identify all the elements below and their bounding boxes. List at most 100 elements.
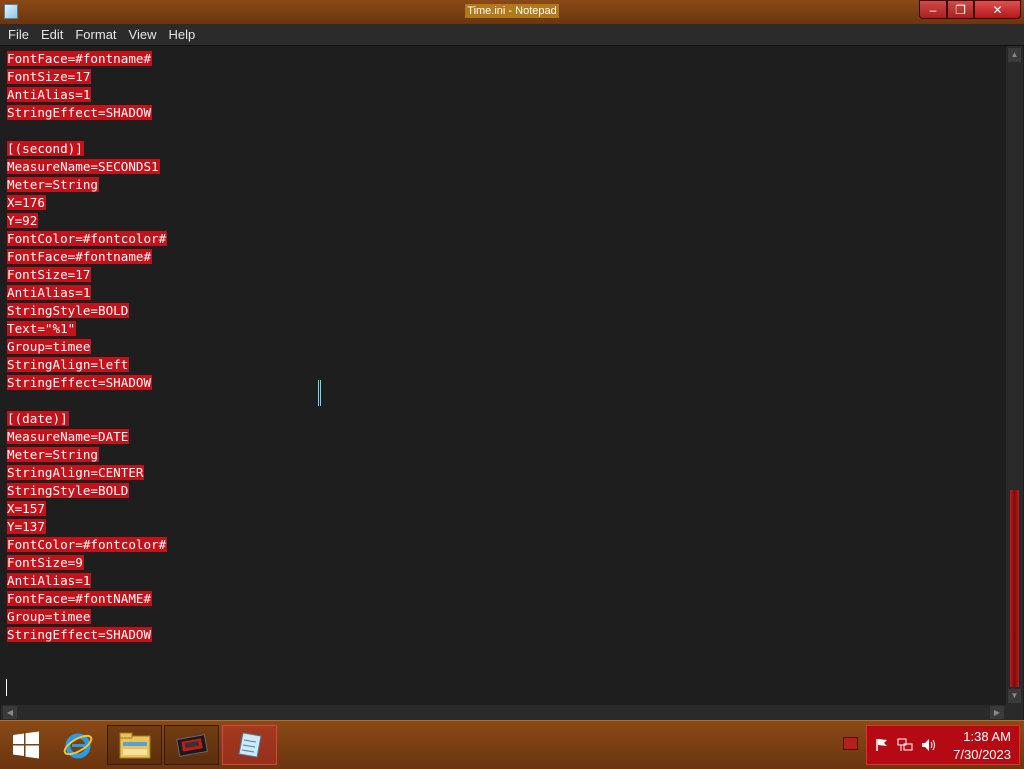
editor-line: FontFace=#fontNAME# (7, 590, 167, 608)
line-text: MeasureName=SECONDS1 (7, 159, 160, 174)
editor-line: FontSize=9 (7, 554, 167, 572)
editor-line: MeasureName=SECONDS1 (7, 158, 167, 176)
line-text: FontColor=#fontcolor# (7, 231, 168, 246)
editor-line: StringStyle=BOLD (7, 482, 167, 500)
editor-line: [(date)] (7, 410, 167, 428)
network-icon[interactable] (897, 738, 913, 755)
line-text: X=176 (7, 195, 46, 210)
window-title: Time.ini - Notepad (465, 4, 559, 18)
line-text: Y=137 (7, 519, 46, 534)
taskbar-internet-explorer[interactable] (50, 725, 105, 765)
clock[interactable]: 1:38 AM 7/30/2023 (953, 728, 1011, 764)
taskbar-notepad[interactable] (222, 725, 277, 765)
line-text: MeasureName=DATE (7, 429, 130, 444)
editor-line: StringAlign=CENTER (7, 464, 167, 482)
line-text: Group=timee (7, 609, 92, 624)
editor-line: FontFace=#fontname# (7, 248, 167, 266)
line-text: Y=92 (7, 213, 39, 228)
text-editor[interactable]: FontFace=#fontname# FontSize=17 AntiAlias=… (1, 46, 1006, 705)
minimize-icon: – (929, 2, 937, 17)
line-text: FontSize=17 (7, 69, 92, 84)
restore-button[interactable]: ❐ (947, 0, 974, 19)
file-explorer-icon (119, 732, 150, 759)
editor-line: Meter=String (7, 446, 167, 464)
editor-line: FontSize=17 (7, 266, 167, 284)
line-text: StringEffect=SHADOW (7, 105, 153, 120)
internet-explorer-icon (63, 733, 92, 759)
line-text: AntiAlias=1 (7, 87, 92, 102)
editor-line: Group=timee (7, 338, 167, 356)
start-button[interactable] (6, 727, 46, 763)
line-text: X=157 (7, 501, 46, 516)
show-hidden-icons-button[interactable] (843, 737, 858, 750)
editor-line: X=157 (7, 500, 167, 518)
menu-help[interactable]: Help (162, 24, 201, 45)
editor-line: FontFace=#fontname# (7, 50, 167, 68)
text-caret (6, 679, 7, 696)
volume-icon[interactable] (921, 738, 937, 755)
line-text: [(second)] (7, 141, 84, 156)
line-text: AntiAlias=1 (7, 285, 92, 300)
line-text: Group=timee (7, 339, 92, 354)
line-text: FontFace=#fontname# (7, 249, 153, 264)
line-text: Meter=String (7, 177, 99, 192)
action-center-flag-icon[interactable] (875, 738, 889, 755)
editor-line: Text="%1" (7, 320, 167, 338)
menu-file[interactable]: File (2, 24, 35, 45)
line-text: StringAlign=CENTER (7, 465, 145, 480)
vertical-scroll-thumb[interactable] (1010, 490, 1019, 687)
editor-line: MeasureName=DATE (7, 428, 167, 446)
clock-time: 1:38 AM (963, 729, 1011, 744)
scrollbar-corner (1006, 705, 1023, 720)
line-text: Meter=String (7, 447, 99, 462)
line-text: StringAlign=left (7, 357, 130, 372)
horizontal-scrollbar[interactable]: ◀ ▶ (1, 705, 1006, 720)
vertical-scrollbar[interactable]: ▲ ▼ (1006, 46, 1023, 705)
editor-line: StringStyle=BOLD (7, 302, 167, 320)
editor-line: AntiAlias=1 (7, 86, 167, 104)
editor-line: FontSize=17 (7, 68, 167, 86)
line-text: Text="%1" (7, 321, 77, 336)
line-text: FontSize=17 (7, 267, 92, 282)
editor-line: Y=92 (7, 212, 167, 230)
editor-line: Group=timee (7, 608, 167, 626)
editor-line: AntiAlias=1 (7, 284, 167, 302)
app-icon (175, 734, 208, 757)
editor-line: StringEffect=SHADOW (7, 104, 167, 122)
scroll-up-icon[interactable]: ▲ (1008, 48, 1021, 62)
menu-format[interactable]: Format (69, 24, 122, 45)
editor-line: FontColor=#fontcolor# (7, 230, 168, 248)
editor-line: StringEffect=SHADOW (7, 374, 167, 392)
restore-icon: ❐ (955, 2, 966, 17)
taskbar-file-explorer[interactable] (107, 725, 162, 765)
editor-line: FontColor=#fontcolor# (7, 536, 168, 554)
close-button[interactable]: ✕ (974, 0, 1021, 19)
editor-line: X=176 (7, 194, 167, 212)
window-controls: – ❐ ✕ (919, 0, 1021, 20)
minimize-button[interactable]: – (919, 0, 947, 19)
ibeam-cursor-icon (318, 380, 321, 406)
line-text: StringStyle=BOLD (7, 483, 130, 498)
scroll-left-icon[interactable]: ◀ (3, 706, 17, 719)
editor-line: AntiAlias=1 (7, 572, 167, 590)
menu-bar: File Edit Format View Help (0, 24, 1024, 46)
clock-date: 7/30/2023 (953, 747, 1011, 762)
editor-line: Y=137 (7, 518, 167, 536)
line-text: FontColor=#fontcolor# (7, 537, 168, 552)
editor-line: Meter=String (7, 176, 167, 194)
line-text: FontSize=9 (7, 555, 84, 570)
scroll-right-icon[interactable]: ▶ (990, 706, 1004, 719)
windows-logo-icon (13, 731, 39, 759)
line-text: AntiAlias=1 (7, 573, 92, 588)
line-text: FontFace=#fontname# (7, 51, 153, 66)
scroll-down-icon[interactable]: ▼ (1008, 689, 1021, 703)
taskbar-app[interactable] (164, 725, 219, 765)
menu-edit[interactable]: Edit (35, 24, 69, 45)
system-tray: 1:38 AM 7/30/2023 (866, 725, 1020, 765)
editor-lines: FontFace=#fontname# FontSize=17 AntiAlias=… (7, 50, 168, 644)
menu-view[interactable]: View (123, 24, 163, 45)
line-text: FontFace=#fontNAME# (7, 591, 153, 606)
editor-line: StringEffect=SHADOW (7, 626, 167, 644)
